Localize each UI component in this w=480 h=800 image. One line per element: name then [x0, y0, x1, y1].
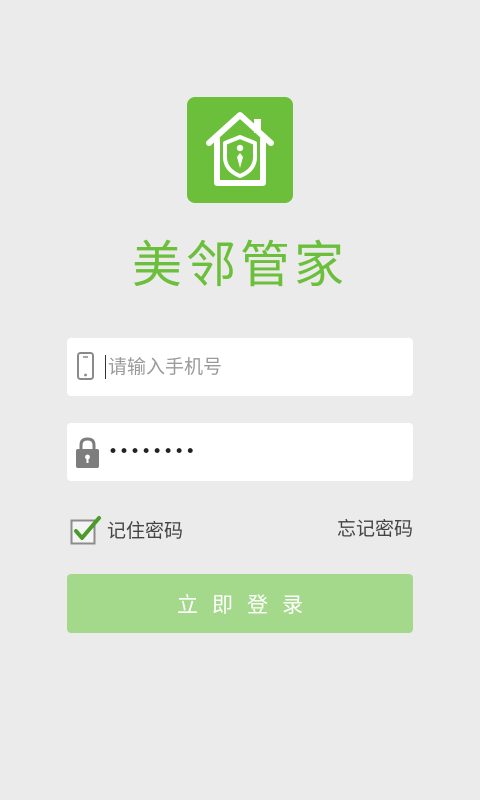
app-name: 美邻管家	[132, 236, 348, 294]
check-icon	[70, 516, 101, 545]
remember-checkbox[interactable]	[70, 515, 101, 545]
password-input[interactable]	[108, 423, 403, 481]
remember-password-option[interactable]: 记住密码	[70, 513, 183, 545]
house-with-shield-icon	[206, 112, 274, 186]
remember-label: 记住密码	[107, 519, 184, 542]
phone-input[interactable]	[108, 338, 403, 396]
password-field[interactable]	[67, 423, 413, 481]
text-cursor	[105, 355, 106, 379]
login-button[interactable]: 立即登录	[67, 574, 413, 633]
app-logo	[187, 97, 293, 203]
lock-icon	[71, 433, 103, 471]
forgot-password-link[interactable]: 忘记密码	[337, 515, 413, 543]
phone-field[interactable]	[67, 338, 413, 396]
phone-icon	[71, 348, 103, 386]
